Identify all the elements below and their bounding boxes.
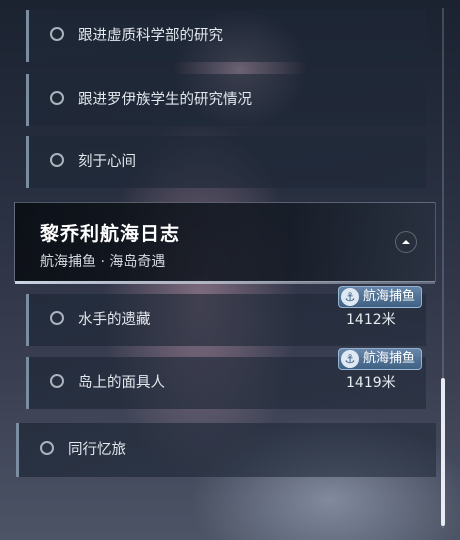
category-tag: ⚓ 航海捕鱼 — [338, 286, 423, 308]
group-subtitle: 航海捕鱼 · 海岛奇遇 — [40, 254, 166, 270]
tag-label: 航海捕鱼 — [363, 289, 416, 304]
quest-label: 岛上的面具人 — [78, 375, 165, 391]
scrollbar-thumb[interactable] — [441, 378, 445, 526]
quest-item[interactable]: 同行忆旅 — [16, 423, 436, 477]
anchor-icon: ⚓ — [341, 288, 359, 306]
quest-group-header[interactable]: 黎乔利航海日志 航海捕鱼 · 海岛奇遇 — [14, 202, 436, 284]
quest-item[interactable]: 跟进罗伊族学生的研究情况 — [26, 74, 426, 126]
quest-label: 跟进虚质科学部的研究 — [78, 28, 223, 44]
quest-circle-icon — [40, 441, 54, 455]
chevron-up-icon[interactable] — [395, 231, 417, 253]
quest-label: 水手的遗藏 — [78, 312, 151, 328]
quest-item[interactable]: 跟进虚质科学部的研究 — [26, 10, 426, 62]
group-title: 黎乔利航海日志 — [40, 223, 181, 245]
quest-circle-icon — [50, 27, 64, 41]
quest-circle-icon — [50, 153, 64, 167]
quest-circle-icon — [50, 374, 64, 388]
quest-circle-icon — [50, 311, 64, 325]
quest-item[interactable]: 刻于心间 — [26, 136, 426, 188]
tag-label: 航海捕鱼 — [363, 351, 416, 366]
quest-label: 刻于心间 — [78, 154, 136, 170]
quest-circle-icon — [50, 91, 64, 105]
anchor-icon: ⚓ — [341, 350, 359, 368]
quest-label: 跟进罗伊族学生的研究情况 — [78, 92, 252, 108]
quest-label: 同行忆旅 — [68, 442, 126, 458]
category-tag: ⚓ 航海捕鱼 — [338, 348, 423, 370]
